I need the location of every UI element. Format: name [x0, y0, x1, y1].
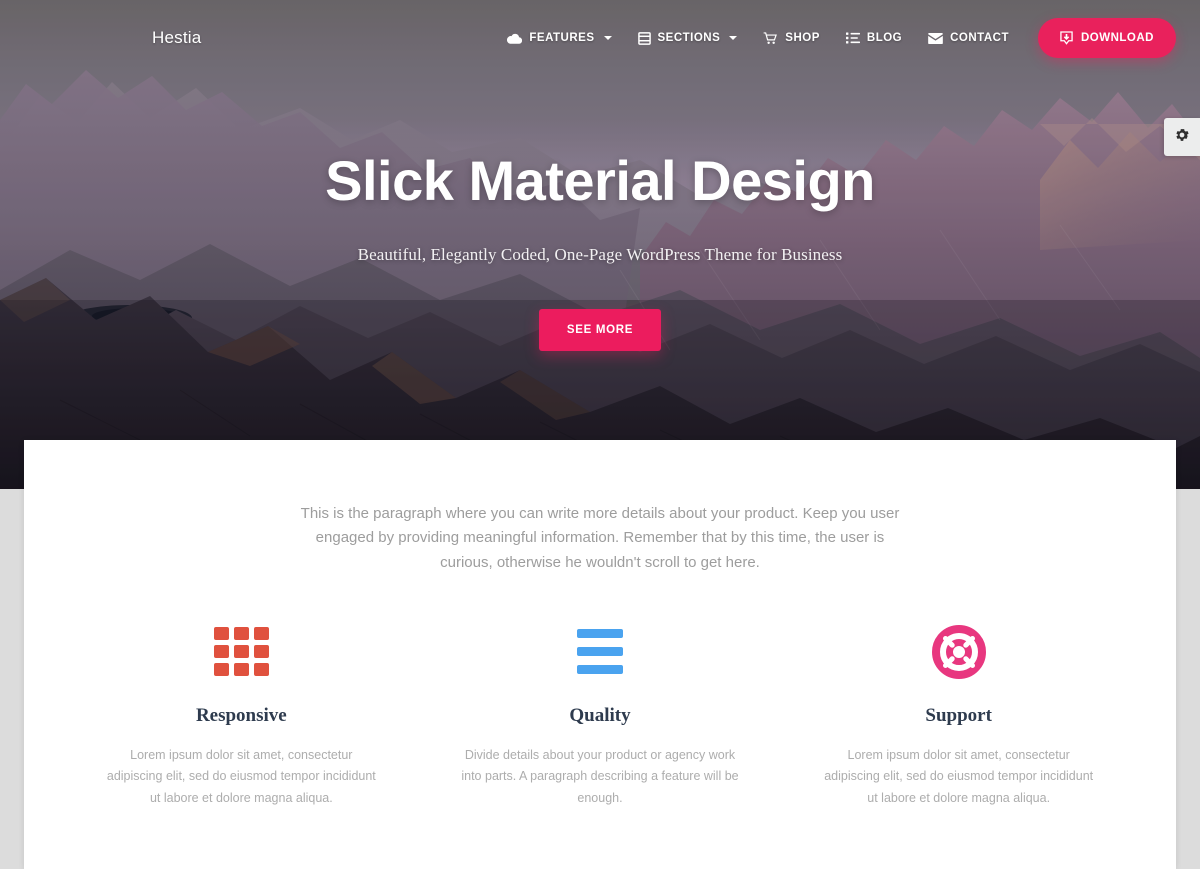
content-card: This is the paragraph where you can writ… [24, 440, 1176, 869]
site-brand-logo[interactable]: Hestia [152, 28, 201, 48]
top-navigation-bar: Hestia FEATURES SECTIONS SHOP BLOG CONTA… [0, 0, 1200, 76]
shopping-cart-icon [763, 31, 778, 45]
nav-item-sections[interactable]: SECTIONS [625, 22, 751, 55]
feature-title: Support [925, 704, 992, 726]
nav-item-label: SECTIONS [657, 32, 721, 44]
hero-title: Slick Material Design [325, 149, 875, 212]
envelope-icon [928, 32, 943, 44]
feature-title: Quality [569, 704, 631, 726]
layers-icon [637, 31, 651, 45]
features-row: Responsive Lorem ipsum dolor sit amet, c… [24, 621, 1176, 810]
nav-item-contact[interactable]: CONTACT [915, 22, 1022, 54]
nav-item-blog[interactable]: BLOG [833, 22, 915, 54]
download-button[interactable]: DOWNLOAD [1038, 18, 1176, 58]
nav-item-label: CONTACT [950, 32, 1009, 44]
grid-icon [213, 621, 269, 683]
list-icon [845, 32, 860, 44]
life-ring-icon [931, 621, 986, 683]
feature-description: Lorem ipsum dolor sit amet, consectetur … [824, 747, 1094, 805]
chevron-down-icon [729, 36, 738, 40]
feature-description: Lorem ipsum dolor sit amet, consectetur … [106, 747, 376, 805]
feature-description: Divide details about your product or age… [461, 747, 739, 805]
download-button-label: DOWNLOAD [1081, 32, 1154, 44]
hero-section: Hestia FEATURES SECTIONS SHOP BLOG CONTA… [0, 0, 1200, 489]
nav-item-shop[interactable]: SHOP [750, 22, 833, 55]
feature-card-quality: Quality Divide details about your produc… [421, 621, 780, 810]
settings-tab-button[interactable] [1164, 118, 1200, 156]
feature-card-responsive: Responsive Lorem ipsum dolor sit amet, c… [62, 621, 421, 810]
nav-item-label: SHOP [785, 32, 820, 44]
nav-item-features[interactable]: FEATURES [494, 22, 624, 54]
nav-item-label: BLOG [866, 32, 903, 44]
see-more-button[interactable]: SEE MORE [538, 308, 662, 351]
main-nav-menu: FEATURES SECTIONS SHOP BLOG CONTACT DOWN… [494, 18, 1176, 58]
chevron-down-icon [603, 36, 612, 40]
feature-title: Responsive [195, 704, 287, 726]
hero-subtitle: Beautiful, Elegantly Coded, One-Page Wor… [357, 244, 843, 264]
intro-paragraph: This is the paragraph where you can writ… [300, 505, 900, 571]
gear-icon [1174, 127, 1190, 148]
cloud-icon [507, 33, 523, 44]
download-icon [1060, 31, 1073, 45]
nav-item-label: FEATURES [529, 32, 595, 44]
feature-card-support: Support Lorem ipsum dolor sit amet, cons… [779, 621, 1138, 810]
bars-icon [577, 621, 623, 683]
